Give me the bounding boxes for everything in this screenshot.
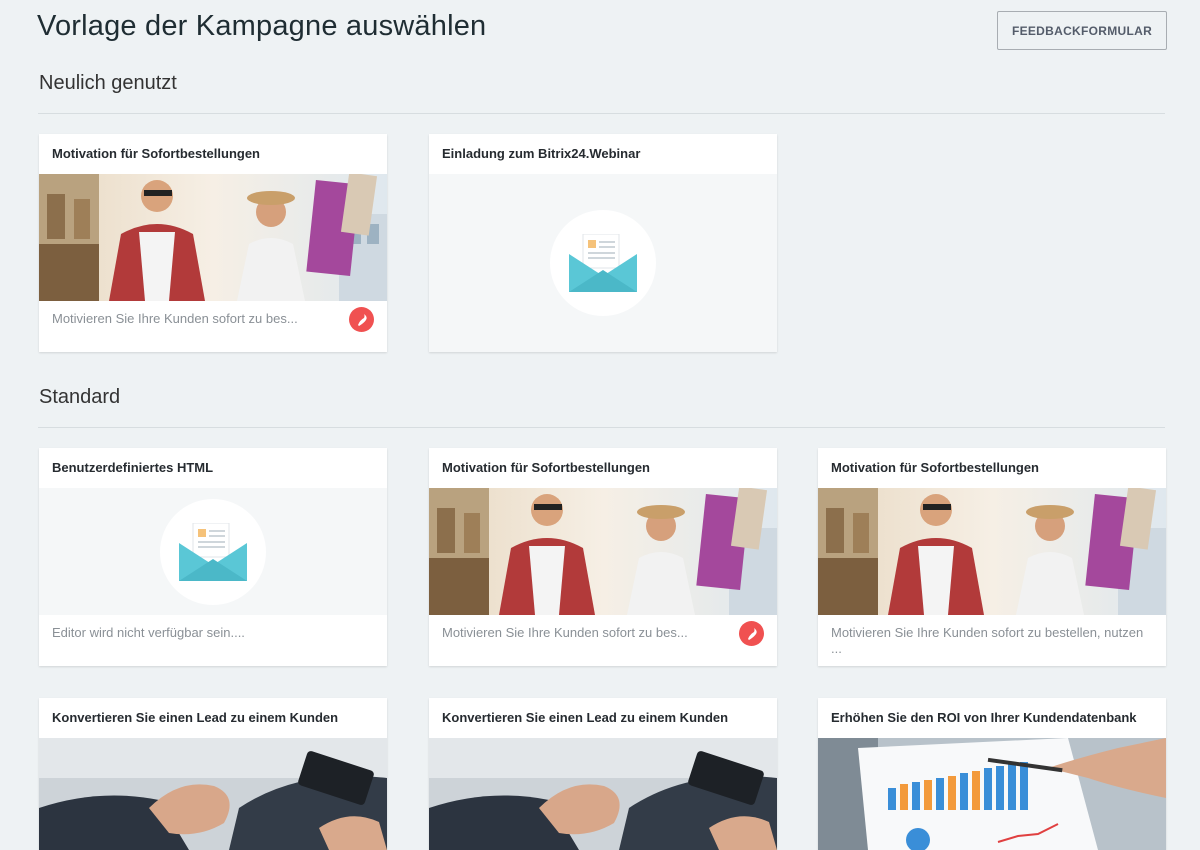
- template-card[interactable]: Motivation für Sofortbestellungen Motivi…: [429, 448, 777, 666]
- chart-report-image: [818, 738, 1166, 850]
- card-title: Einladung zum Bitrix24.Webinar: [442, 146, 641, 161]
- card-title: Motivation für Sofortbestellungen: [831, 460, 1039, 475]
- card-description: Motivieren Sie Ihre Kunden sofort zu bes…: [52, 311, 298, 326]
- shopping-couple-image: [429, 488, 777, 615]
- section-divider: [38, 113, 1165, 114]
- section-divider: [38, 427, 1165, 428]
- section-title-recent: Neulich genutzt: [39, 72, 177, 94]
- template-card[interactable]: Motivation für Sofortbestellungen Motivi…: [818, 448, 1166, 666]
- envelope-icon: [569, 234, 637, 292]
- card-title: Motivation für Sofortbestellungen: [52, 146, 260, 161]
- card-description: Motivieren Sie Ihre Kunden sofort zu bes…: [831, 625, 1144, 656]
- template-card[interactable]: Motivation für Sofortbestellungen Motivi…: [39, 134, 387, 352]
- card-title: Motivation für Sofortbestellungen: [442, 460, 650, 475]
- template-card[interactable]: Benutzerdefiniertes HTML Editor wird nic…: [39, 448, 387, 666]
- page-title: Vorlage der Kampagne auswählen: [37, 10, 487, 42]
- card-description: Motivieren Sie Ihre Kunden sofort zu bes…: [442, 625, 688, 640]
- card-description: Editor wird nicht verfügbar sein....: [52, 625, 245, 640]
- handshake-image: [39, 738, 387, 850]
- shopping-couple-image: [39, 174, 387, 301]
- template-card[interactable]: Konvertieren Sie einen Lead zu einem Kun…: [39, 698, 387, 850]
- template-placeholder: [429, 174, 777, 352]
- feedback-button[interactable]: FEEDBACKFORMULAR: [997, 11, 1167, 50]
- card-title: Benutzerdefiniertes HTML: [52, 460, 214, 475]
- card-title: Konvertieren Sie einen Lead zu einem Kun…: [442, 710, 729, 725]
- template-card[interactable]: Konvertieren Sie einen Lead zu einem Kun…: [429, 698, 777, 850]
- envelope-icon: [179, 522, 247, 581]
- template-card[interactable]: Erhöhen Sie den ROI von Ihrer Kundendate…: [818, 698, 1166, 850]
- card-title: Erhöhen Sie den ROI von Ihrer Kundendate…: [831, 710, 1137, 725]
- card-title: Konvertieren Sie einen Lead zu einem Kun…: [52, 710, 339, 725]
- flame-icon: [739, 621, 764, 646]
- template-card[interactable]: Einladung zum Bitrix24.Webinar: [429, 134, 777, 352]
- section-title-standard: Standard: [39, 386, 121, 408]
- shopping-couple-image: [818, 488, 1166, 615]
- template-placeholder: [39, 488, 387, 615]
- flame-icon: [349, 307, 374, 332]
- handshake-image: [429, 738, 777, 850]
